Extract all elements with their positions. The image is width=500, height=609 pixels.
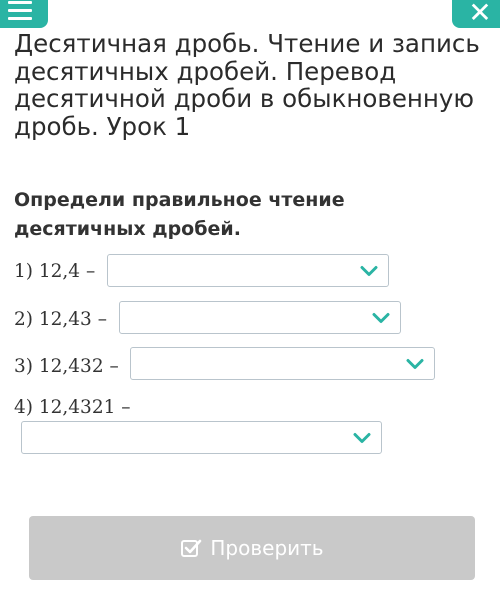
item-1-label: 1) 12,4 – — [14, 261, 96, 282]
item-4-label: 4) 12,4321 – — [14, 397, 131, 418]
question-text: Определи правильное чтение десятичных др… — [14, 189, 345, 240]
chevron-down-icon — [353, 432, 371, 443]
close-button[interactable]: ✕ — [452, 0, 500, 29]
item-3-label: 3) 12,432 – — [14, 356, 119, 377]
close-icon: ✕ — [468, 0, 492, 29]
check-button-label: Проверить — [210, 536, 324, 560]
answer-select-4[interactable] — [21, 421, 382, 454]
check-button[interactable]: Проверить — [29, 516, 475, 580]
menu-button[interactable] — [0, 0, 48, 28]
answer-select-2[interactable] — [119, 301, 401, 334]
answer-select-3[interactable] — [130, 347, 435, 380]
page-title: Десятичная дробь. Чтение и запись десяти… — [14, 29, 480, 141]
checkbox-check-icon — [181, 539, 202, 557]
hamburger-menu-icon — [8, 0, 32, 20]
chevron-down-icon — [372, 312, 390, 323]
chevron-down-icon — [360, 265, 378, 276]
item-2-label: 2) 12,43 – — [14, 309, 107, 330]
chevron-down-icon — [406, 358, 424, 369]
answer-select-1[interactable] — [107, 254, 389, 287]
